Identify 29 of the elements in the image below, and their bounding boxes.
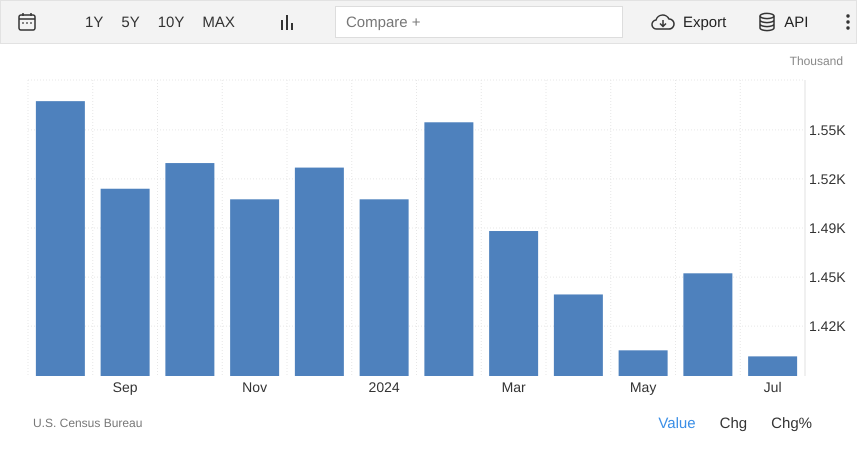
calendar-icon[interactable] xyxy=(17,12,37,32)
source-label: U.S. Census Bureau xyxy=(33,416,142,430)
unit-label: Thousand xyxy=(788,53,844,70)
y-axis-label: 1.55K xyxy=(809,122,846,138)
mode-tab[interactable]: Chg% xyxy=(762,412,821,434)
x-axis-label: Sep xyxy=(112,379,138,395)
range-button[interactable]: 1Y xyxy=(77,12,112,32)
export-button[interactable]: Export xyxy=(646,11,730,33)
y-axis-label: 1.49K xyxy=(809,220,846,236)
y-axis-label: 1.52K xyxy=(809,170,846,187)
x-axis-label: 2024 xyxy=(368,379,400,395)
x-axis-label: Nov xyxy=(242,379,268,395)
api-button[interactable]: API xyxy=(754,10,812,34)
x-axis-label: Jul xyxy=(764,379,782,395)
range-button[interactable]: MAX xyxy=(194,12,243,32)
bar-chart-icon[interactable] xyxy=(278,14,295,30)
more-icon[interactable] xyxy=(846,14,850,30)
bar xyxy=(748,356,798,376)
x-axis-label: Mar xyxy=(502,379,526,395)
database-icon xyxy=(758,12,776,32)
cloud-download-icon xyxy=(650,13,675,31)
range-button[interactable]: 5Y xyxy=(113,12,148,32)
y-axis-label: 1.45K xyxy=(809,269,846,286)
bar xyxy=(618,350,668,376)
range-button[interactable]: 10Y xyxy=(150,12,192,32)
x-axis-label: May xyxy=(630,379,656,395)
compare-field[interactable]: Compare + xyxy=(334,6,623,38)
y-axis-label: 1.42K xyxy=(809,318,846,334)
mode-tab[interactable]: Chg xyxy=(710,412,756,434)
